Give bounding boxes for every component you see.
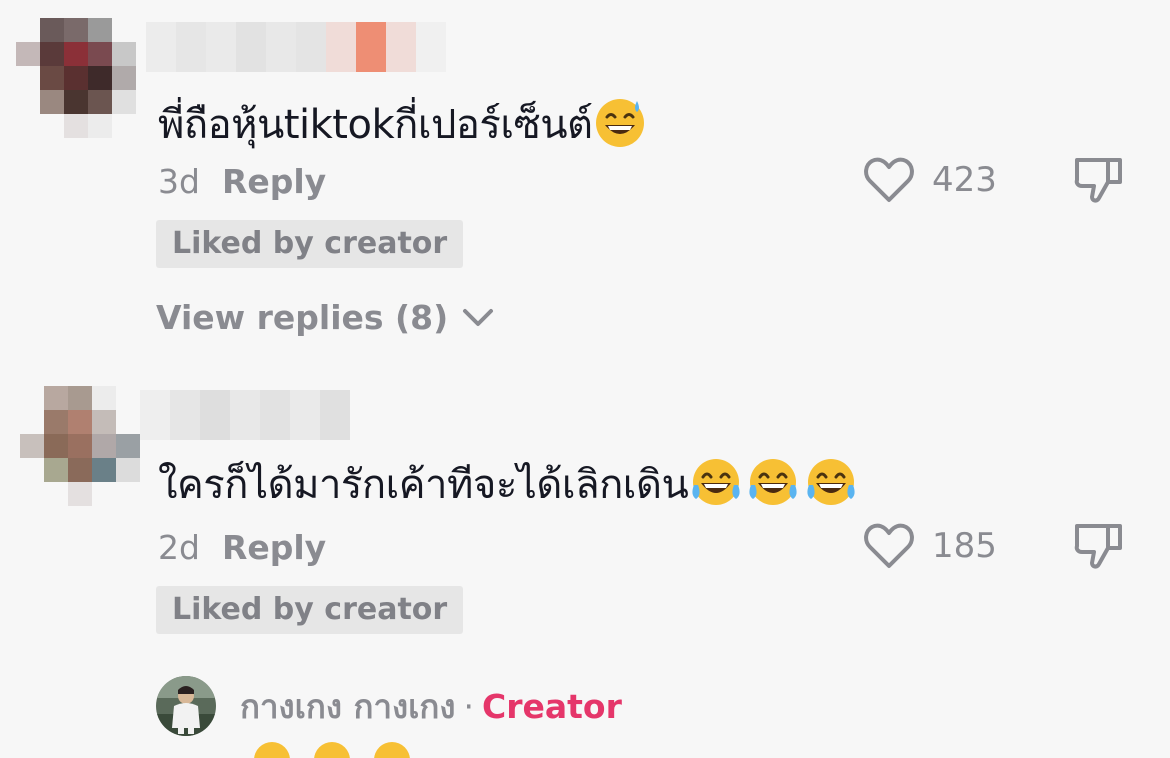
creator-reply: กางเกง กางเกง · Creator: [0, 670, 1170, 750]
creator-name[interactable]: กางเกง กางเกง: [240, 687, 455, 726]
username-blurred[interactable]: [146, 22, 446, 72]
comment-text: ใครก็ได้มารักเค้าทีจะได้เลิกเดิน: [158, 452, 860, 519]
comment-text: พี่ถือหุ้นtiktokกี่เปอร์เซ็นต์: [158, 92, 647, 159]
avatar[interactable]: [20, 386, 140, 506]
dislike-button[interactable]: [1072, 520, 1126, 574]
thumbs-down-outline-icon: [1074, 158, 1122, 203]
sweat-smile-emoji: [593, 95, 647, 159]
reply-button[interactable]: Reply: [222, 162, 326, 201]
tears-of-joy-emoji: [802, 455, 860, 519]
comment-meta: 2d Reply: [158, 528, 326, 567]
creator-tag: Creator: [481, 687, 622, 726]
comment-text-content: พี่ถือหุ้นtiktokกี่เปอร์เซ็นต์: [158, 102, 593, 148]
comment-item: ใครก็ได้มารักเค้าทีจะได้เลิกเดิน 2d Repl…: [0, 380, 1170, 660]
reply-button[interactable]: Reply: [222, 528, 326, 567]
cut-off-emoji: [372, 738, 412, 758]
tears-of-joy-emoji: [688, 455, 744, 519]
username-blurred[interactable]: [140, 390, 350, 440]
cut-off-emoji: [252, 738, 292, 758]
dislike-button[interactable]: [1072, 154, 1126, 208]
like-button[interactable]: 185: [862, 520, 997, 572]
liked-by-creator-badge: Liked by creator: [156, 586, 464, 634]
creator-line: กางเกง กางเกง · Creator: [240, 680, 622, 733]
comment-item: พี่ถือหุ้นtiktokกี่เปอร์เซ็นต์ 3d Reply 4…: [0, 0, 1170, 370]
heart-outline-icon: [864, 523, 914, 568]
comment-meta: 3d Reply: [158, 162, 326, 201]
tears-of-joy-emoji: [744, 455, 802, 519]
view-replies-label: View replies (8): [156, 298, 449, 337]
view-replies-button[interactable]: View replies (8): [156, 298, 494, 337]
comment-age: 3d: [158, 162, 200, 201]
liked-by-creator-badge: Liked by creator: [156, 220, 464, 268]
separator-dot: ·: [463, 687, 474, 726]
like-count: 185: [932, 526, 997, 566]
comment-text-content: ใครก็ได้มารักเค้าทีจะได้เลิกเดิน: [158, 462, 689, 508]
heart-outline-icon: [864, 157, 914, 202]
thumbs-down-outline-icon: [1074, 524, 1122, 569]
avatar[interactable]: [16, 18, 136, 138]
chevron-down-icon: [463, 308, 494, 326]
creator-avatar[interactable]: [156, 676, 216, 736]
like-count: 423: [932, 160, 997, 200]
comment-age: 2d: [158, 528, 200, 567]
cut-off-emoji: [312, 738, 352, 758]
like-button[interactable]: 423: [862, 154, 997, 206]
